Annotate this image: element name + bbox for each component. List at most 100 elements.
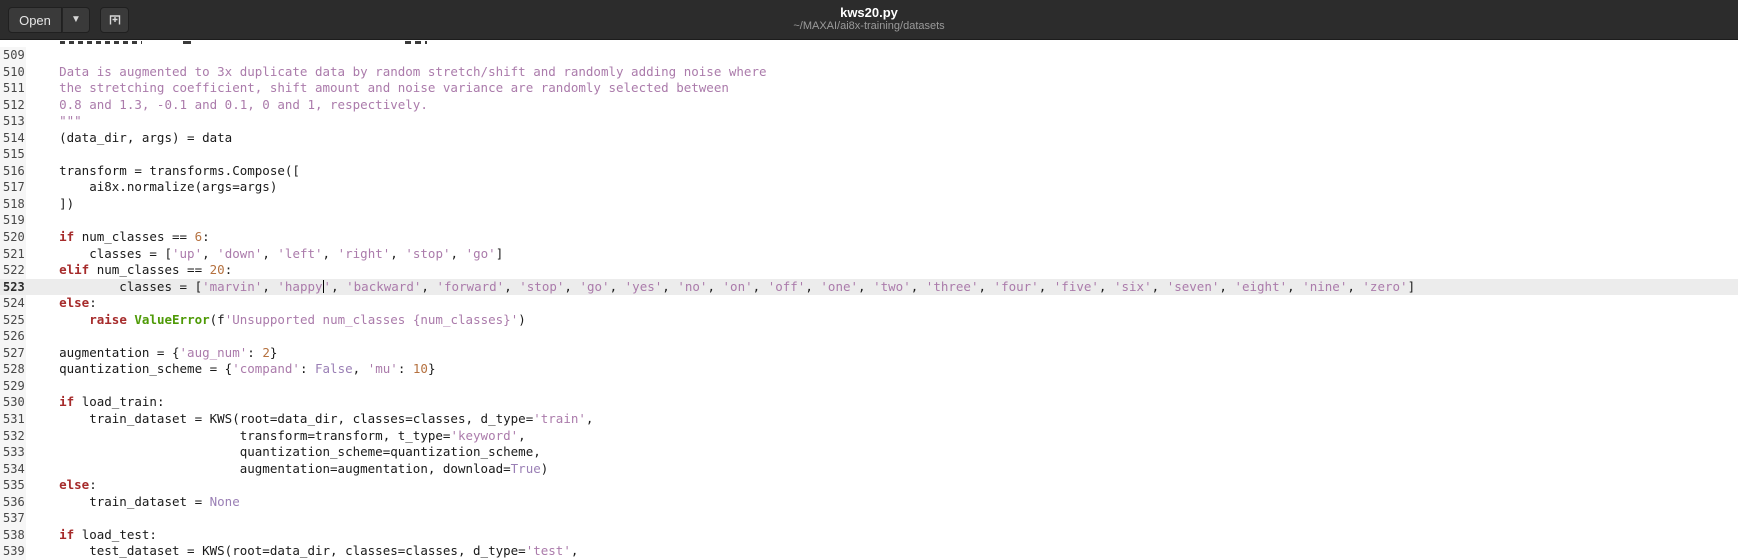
line-number: 530 <box>0 394 26 411</box>
code-line[interactable]: 510 Data is augmented to 3x duplicate da… <box>0 64 1738 81</box>
code-line[interactable]: 519 <box>0 212 1738 229</box>
code-line[interactable]: 516 transform = transforms.Compose([ <box>0 163 1738 180</box>
code-line[interactable]: 522 elif num_classes == 20: <box>0 262 1738 279</box>
code-line[interactable]: 539 test_dataset = KWS(root=data_dir, cl… <box>0 543 1738 560</box>
code-line[interactable]: 523 classes = ['marvin', 'happy', 'backw… <box>0 279 1738 296</box>
document-title-block: kws20.py ~/MAXAI/ai8x-training/datasets <box>793 5 944 33</box>
line-number: 536 <box>0 494 26 511</box>
code-text <box>26 328 29 345</box>
code-text: Data is augmented to 3x duplicate data b… <box>26 64 767 81</box>
line-number: 516 <box>0 163 26 180</box>
line-number: 529 <box>0 378 26 395</box>
code-line[interactable]: 517 ai8x.normalize(args=args) <box>0 179 1738 196</box>
code-line[interactable]: 520 if num_classes == 6: <box>0 229 1738 246</box>
line-number: 526 <box>0 328 26 345</box>
line-number: 517 <box>0 179 26 196</box>
code-line[interactable]: 534 augmentation=augmentation, download=… <box>0 461 1738 478</box>
code-line[interactable]: 536 train_dataset = None <box>0 494 1738 511</box>
code-text: augmentation=augmentation, download=True… <box>26 461 548 478</box>
code-line[interactable]: 538 if load_test: <box>0 527 1738 544</box>
document-title: kws20.py <box>793 5 944 20</box>
code-text <box>26 212 29 229</box>
code-line[interactable]: 530 if load_train: <box>0 394 1738 411</box>
code-line[interactable]: 509 <box>0 47 1738 64</box>
line-number: 534 <box>0 461 26 478</box>
code-lines: 509510 Data is augmented to 3x duplicate… <box>0 47 1738 560</box>
code-line[interactable]: 511 the stretching coefficient, shift am… <box>0 80 1738 97</box>
open-dropdown-button[interactable]: ▼ <box>62 7 90 33</box>
document-path: ~/MAXAI/ai8x-training/datasets <box>793 20 944 33</box>
line-number: 512 <box>0 97 26 114</box>
code-text <box>26 146 29 163</box>
line-number: 521 <box>0 246 26 263</box>
code-line[interactable]: 532 transform=transform, t_type='keyword… <box>0 428 1738 445</box>
code-text: transform=transform, t_type='keyword', <box>26 428 526 445</box>
code-text: elif num_classes == 20: <box>26 262 232 279</box>
code-text <box>26 47 29 64</box>
line-number: 515 <box>0 146 26 163</box>
open-button-group: Open ▼ <box>8 7 90 33</box>
code-line[interactable]: 524 else: <box>0 295 1738 312</box>
code-text: classes = ['up', 'down', 'left', 'right'… <box>26 246 503 263</box>
line-number: 519 <box>0 212 26 229</box>
code-text: transform = transforms.Compose([ <box>26 163 300 180</box>
code-text: train_dataset = None <box>26 494 240 511</box>
line-number: 531 <box>0 411 26 428</box>
line-number: 513 <box>0 113 26 130</box>
line-number: 509 <box>0 47 26 64</box>
code-text <box>26 510 29 527</box>
line-number: 520 <box>0 229 26 246</box>
line-number: 528 <box>0 361 26 378</box>
line-number: 535 <box>0 477 26 494</box>
code-text: test_dataset = KWS(root=data_dir, classe… <box>26 543 578 560</box>
code-text: (data_dir, args) = data <box>26 130 232 147</box>
line-number: 510 <box>0 64 26 81</box>
code-text <box>26 378 29 395</box>
line-number: 511 <box>0 80 26 97</box>
code-line[interactable]: 533 quantization_scheme=quantization_sch… <box>0 444 1738 461</box>
line-number: 537 <box>0 510 26 527</box>
line-number: 523 <box>0 279 26 296</box>
code-text: quantization_scheme=quantization_scheme, <box>26 444 541 461</box>
line-number: 532 <box>0 428 26 445</box>
code-text: the stretching coefficient, shift amount… <box>26 80 729 97</box>
code-text: else: <box>26 295 97 312</box>
code-line[interactable]: 525 raise ValueError(f'Unsupported num_c… <box>0 312 1738 329</box>
clipped-line-remnant <box>0 41 1738 45</box>
line-number: 527 <box>0 345 26 362</box>
code-text: else: <box>26 477 97 494</box>
code-text: quantization_scheme = {'compand': False,… <box>26 361 435 378</box>
code-text: raise ValueError(f'Unsupported num_class… <box>26 312 526 329</box>
code-line[interactable]: 514 (data_dir, args) = data <box>0 130 1738 147</box>
code-line[interactable]: 528 quantization_scheme = {'compand': Fa… <box>0 361 1738 378</box>
code-line[interactable]: 526 <box>0 328 1738 345</box>
code-line[interactable]: 535 else: <box>0 477 1738 494</box>
code-text: classes = ['marvin', 'happy', 'backward'… <box>26 279 1415 296</box>
chevron-down-icon: ▼ <box>71 15 81 25</box>
code-line[interactable]: 531 train_dataset = KWS(root=data_dir, c… <box>0 411 1738 428</box>
code-text: ai8x.normalize(args=args) <box>26 179 277 196</box>
code-text: train_dataset = KWS(root=data_dir, class… <box>26 411 593 428</box>
code-text: if num_classes == 6: <box>26 229 210 246</box>
code-line[interactable]: 527 augmentation = {'aug_num': 2} <box>0 345 1738 362</box>
open-button[interactable]: Open <box>8 7 62 33</box>
code-line[interactable]: 537 <box>0 510 1738 527</box>
code-line[interactable]: 515 <box>0 146 1738 163</box>
header-bar: Open ▼ kws20.py ~/MAXAI/ai8x-training/da… <box>0 0 1738 40</box>
code-line[interactable]: 512 0.8 and 1.3, -0.1 and 0.1, 0 and 1, … <box>0 97 1738 114</box>
new-document-button[interactable] <box>100 7 129 33</box>
code-text: augmentation = {'aug_num': 2} <box>26 345 277 362</box>
line-number: 533 <box>0 444 26 461</box>
line-number: 518 <box>0 196 26 213</box>
code-line[interactable]: 521 classes = ['up', 'down', 'left', 'ri… <box>0 246 1738 263</box>
line-number: 514 <box>0 130 26 147</box>
code-line[interactable]: 518 ]) <box>0 196 1738 213</box>
code-line[interactable]: 513 """ <box>0 113 1738 130</box>
line-number: 522 <box>0 262 26 279</box>
code-text: if load_train: <box>26 394 164 411</box>
code-line[interactable]: 529 <box>0 378 1738 395</box>
code-text: """ <box>26 113 82 130</box>
new-tab-icon <box>107 11 123 30</box>
code-text: if load_test: <box>26 527 157 544</box>
editor[interactable]: 509510 Data is augmented to 3x duplicate… <box>0 40 1738 560</box>
